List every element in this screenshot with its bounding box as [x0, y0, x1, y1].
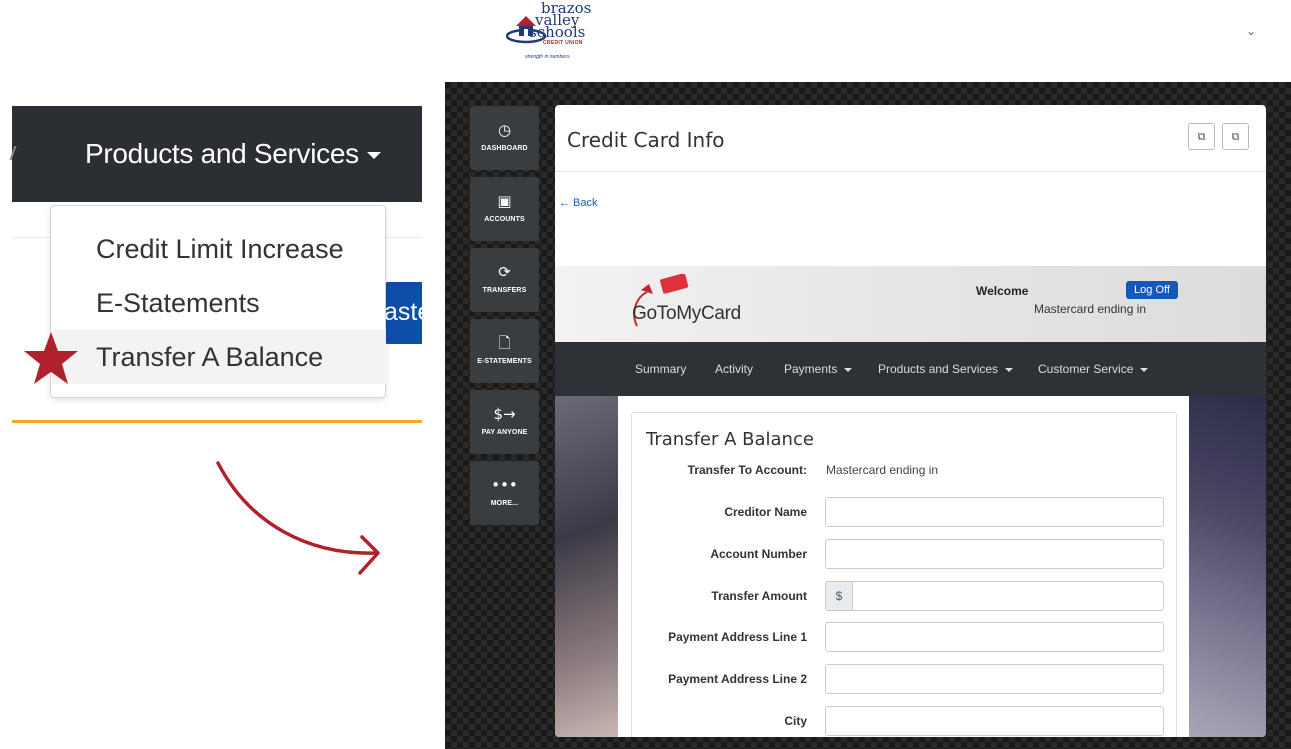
field-label: Payment Address Line 2 [668, 672, 807, 686]
form-row-account-number: Account Number [632, 539, 1178, 569]
caret-down-icon [844, 367, 853, 372]
sidebar-item-more[interactable]: ••• MORE... [470, 461, 539, 525]
logo-tagline: strength in numbers. [525, 54, 571, 60]
field-label: Transfer To Account: [687, 463, 807, 477]
chevron-down-icon[interactable]: ⌄ [1246, 24, 1256, 38]
nav-customer-service[interactable]: Customer Service [1038, 342, 1149, 396]
field-label: Account Number [710, 547, 807, 561]
nav-label: Summary [635, 362, 687, 376]
gotomycard-brand: GoToMyCard [632, 303, 741, 324]
nav-summary[interactable]: Summary [635, 342, 686, 396]
credit-card-info-panel: Credit Card Info ⧉ ⧉ ← Back GoToMyCard W… [555, 105, 1266, 737]
field-label: Transfer Amount [711, 589, 807, 603]
caret-down-icon [367, 152, 381, 159]
sidebar-item-label: PAY ANYONE [481, 429, 528, 436]
app-screenshot: ◷ DASHBOARD ▣ ACCOUNTS ⟳ TRANSFERS 🗋 E-S… [445, 82, 1291, 749]
form-row-address-1: Payment Address Line 1 [632, 622, 1178, 652]
sidebar-item-e-statements[interactable]: 🗋 E-STATEMENTS [470, 319, 539, 383]
menu-item-credit-limit-increase[interactable]: Credit Limit Increase [52, 222, 386, 276]
logo-credit-union: CREDIT UNION [543, 40, 583, 46]
sidebar: ◷ DASHBOARD ▣ ACCOUNTS ⟳ TRANSFERS 🗋 E-S… [470, 106, 539, 532]
form-row-transfer-to: Transfer To Account: Mastercard ending i… [632, 455, 1178, 485]
nav-label: Activity [715, 362, 754, 376]
sidebar-item-label: TRANSFERS [482, 287, 527, 294]
form-row-address-2: Payment Address Line 2 [632, 664, 1178, 694]
copy-window-button[interactable]: ⧉ [1222, 123, 1249, 150]
card-ending-text: Mastercard ending in [1034, 302, 1147, 316]
caret-down-icon [1140, 367, 1149, 372]
zoomed-partial-button: aste [384, 282, 431, 344]
form-row-city: City [632, 706, 1178, 736]
gotomycard-header: GoToMyCard Welcome Log Off Mastercard en… [555, 266, 1266, 342]
more-icon: ••• [491, 476, 518, 494]
pay-icon: $→ [493, 405, 516, 423]
nav-activity[interactable]: Activity [715, 342, 753, 396]
currency-prefix: $ [825, 581, 853, 611]
document-icon: 🗋 [498, 334, 511, 352]
transfer-icon: ⟳ [498, 263, 511, 281]
sidebar-item-label: MORE... [490, 500, 519, 507]
back-link[interactable]: ← Back [559, 197, 598, 210]
sidebar-item-label: DASHBOARD [481, 145, 528, 152]
menu-item-e-statements[interactable]: E-Statements [52, 276, 386, 330]
nav-label: Products and Services [878, 362, 999, 376]
sidebar-item-transfers[interactable]: ⟳ TRANSFERS [470, 248, 539, 312]
form-title: Transfer A Balance [646, 429, 814, 450]
form-row-creditor-name: Creditor Name [632, 497, 1178, 527]
background-photo-right [1189, 396, 1266, 737]
dashboard-icon: ◷ [497, 121, 512, 139]
field-label: Creditor Name [724, 505, 807, 519]
form-row-transfer-amount: Transfer Amount $ [632, 581, 1178, 611]
zoomed-dropdown-menu: Credit Limit Increase E-Statements Trans… [50, 205, 386, 398]
caret-fragment-icon [9, 146, 19, 160]
transfer-amount-input[interactable] [852, 581, 1164, 611]
sidebar-item-label: ACCOUNTS [484, 216, 525, 223]
nav-label: Customer Service [1038, 362, 1134, 376]
panel-header: Credit Card Info ⧉ ⧉ [555, 105, 1266, 172]
popout-button[interactable]: ⧉ [1188, 123, 1215, 150]
address-line-1-input[interactable] [825, 622, 1164, 652]
sidebar-item-dashboard[interactable]: ◷ DASHBOARD [470, 106, 539, 170]
wallet-icon: ▣ [497, 192, 512, 210]
zoomed-navbar: Products and Services [9, 106, 422, 202]
menu-item-transfer-a-balance[interactable]: Transfer A Balance [52, 330, 386, 384]
transfer-to-value: Mastercard ending in [826, 463, 939, 477]
field-label: Payment Address Line 1 [668, 630, 807, 644]
products-services-menu[interactable]: Products and Services [85, 136, 359, 172]
star-icon [24, 332, 78, 384]
partial-button-label: aste [384, 298, 432, 326]
curved-arrow-icon [216, 461, 380, 575]
welcome-text: Welcome [976, 284, 1029, 298]
sidebar-item-label: E-STATEMENTS [477, 358, 532, 365]
caret-down-icon [1005, 367, 1014, 372]
field-label: City [784, 714, 807, 728]
sidebar-item-accounts[interactable]: ▣ ACCOUNTS [470, 177, 539, 241]
transfer-balance-form: Transfer A Balance Transfer To Account: … [631, 412, 1177, 737]
city-input[interactable] [825, 706, 1164, 736]
nav-products-services[interactable]: Products and Services [878, 342, 1014, 396]
brazos-valley-logo[interactable]: brazos valley schools CREDIT UNION stren… [503, 1, 603, 64]
log-off-button[interactable]: Log Off [1126, 281, 1178, 299]
address-line-2-input[interactable] [825, 664, 1164, 694]
nav-label: Payments [784, 362, 838, 376]
page-title: Credit Card Info [567, 128, 725, 152]
background-photo-left [555, 396, 618, 737]
accent-divider [12, 420, 422, 423]
sidebar-item-pay-anyone[interactable]: $→ PAY ANYONE [470, 390, 539, 454]
gotomycard-nav: Summary Activity Payments Products and S… [555, 342, 1266, 396]
logo-word-schools: schools [529, 23, 586, 41]
creditor-name-input[interactable] [825, 497, 1164, 527]
account-number-input[interactable] [825, 539, 1164, 569]
nav-payments[interactable]: Payments [784, 342, 853, 396]
